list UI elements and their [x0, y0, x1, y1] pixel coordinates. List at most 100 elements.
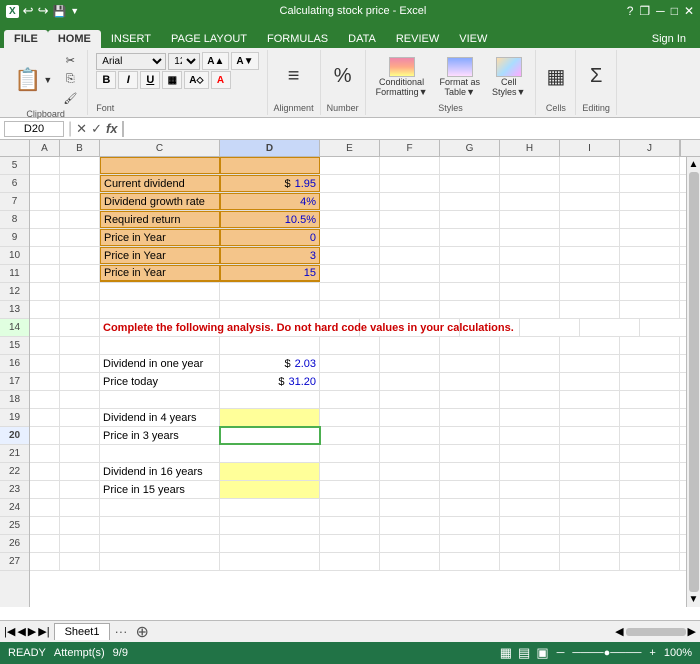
quick-access-save[interactable]: 💾 — [52, 5, 66, 18]
cell-g13[interactable] — [440, 301, 500, 318]
tab-scroll-end[interactable]: ▶| — [38, 625, 49, 638]
font-name-select[interactable]: Arial — [96, 53, 166, 70]
cell-b21[interactable] — [60, 445, 100, 462]
col-header-e[interactable]: E — [320, 140, 380, 156]
page-layout-view-icon[interactable]: ▤ — [518, 645, 530, 661]
cell-i12[interactable] — [560, 283, 620, 300]
sheet-tab-1[interactable]: Sheet1 — [54, 623, 111, 640]
cell-h7[interactable] — [500, 193, 560, 210]
sign-in[interactable]: Sign In — [642, 30, 696, 48]
col-header-d[interactable]: D — [220, 140, 320, 156]
cell-a24[interactable] — [30, 499, 60, 516]
cell-b23[interactable] — [60, 481, 100, 498]
cell-b5[interactable] — [60, 157, 100, 174]
h-scroll-thumb[interactable] — [626, 628, 686, 636]
conditional-formatting-button[interactable]: ConditionalFormatting▼ — [372, 55, 432, 99]
row-13[interactable]: 13 — [0, 301, 29, 319]
cell-g14[interactable] — [580, 319, 640, 336]
cell-d7[interactable]: 4% — [220, 193, 320, 210]
cell-e16[interactable] — [320, 355, 380, 372]
row-18[interactable]: 18 — [0, 391, 29, 409]
cut-button[interactable]: ✂ — [59, 52, 81, 69]
cell-b6[interactable] — [60, 175, 100, 192]
bold-button[interactable]: B — [96, 71, 116, 89]
cell-g25[interactable] — [440, 517, 500, 534]
cell-b13[interactable] — [60, 301, 100, 318]
cell-a26[interactable] — [30, 535, 60, 552]
cell-a20[interactable] — [30, 427, 60, 444]
cell-e10[interactable] — [320, 247, 380, 264]
cell-c17[interactable]: Price today — [100, 373, 220, 390]
cell-f21[interactable] — [380, 445, 440, 462]
row-21[interactable]: 21 — [0, 445, 29, 463]
cell-i8[interactable] — [560, 211, 620, 228]
cell-d18[interactable] — [220, 391, 320, 408]
cell-g11[interactable] — [440, 265, 500, 282]
cell-d23[interactable] — [220, 481, 320, 498]
cell-e25[interactable] — [320, 517, 380, 534]
fill-color-button[interactable]: A⬦ — [184, 71, 208, 89]
scroll-left-arrow[interactable]: ◀ — [615, 625, 623, 638]
row-8[interactable]: 8 — [0, 211, 29, 229]
cell-h9[interactable] — [500, 229, 560, 246]
col-header-f[interactable]: F — [380, 140, 440, 156]
cell-e6[interactable] — [320, 175, 380, 192]
cell-b19[interactable] — [60, 409, 100, 426]
cell-j22[interactable] — [620, 463, 680, 480]
cell-j19[interactable] — [620, 409, 680, 426]
increase-font-button[interactable]: A▲ — [202, 52, 229, 70]
cell-a15[interactable] — [30, 337, 60, 354]
cell-h11[interactable] — [500, 265, 560, 282]
cell-d19[interactable] — [220, 409, 320, 426]
close-button[interactable]: ✕ — [684, 4, 694, 18]
cell-e9[interactable] — [320, 229, 380, 246]
cell-c7[interactable]: Dividend growth rate — [100, 193, 220, 210]
cell-h17[interactable] — [500, 373, 560, 390]
cell-b14[interactable] — [60, 319, 100, 336]
cell-i26[interactable] — [560, 535, 620, 552]
cell-a8[interactable] — [30, 211, 60, 228]
tab-home[interactable]: HOME — [48, 30, 101, 48]
cell-j13[interactable] — [620, 301, 680, 318]
formula-input[interactable] — [128, 123, 696, 135]
cell-g21[interactable] — [440, 445, 500, 462]
cell-e27[interactable] — [320, 553, 380, 570]
insert-function-icon[interactable]: fx — [106, 121, 118, 136]
cell-f23[interactable] — [380, 481, 440, 498]
cell-e15[interactable] — [320, 337, 380, 354]
col-header-j[interactable]: J — [620, 140, 680, 156]
cell-g6[interactable] — [440, 175, 500, 192]
cell-j20[interactable] — [620, 427, 680, 444]
cell-g18[interactable] — [440, 391, 500, 408]
scroll-up-arrow[interactable]: ▲ — [689, 159, 699, 170]
row-10[interactable]: 10 — [0, 247, 29, 265]
row-11[interactable]: 11 — [0, 265, 29, 283]
alignment-button[interactable]: ≡ — [284, 63, 304, 90]
cell-f14[interactable] — [520, 319, 580, 336]
cell-b10[interactable] — [60, 247, 100, 264]
cell-i18[interactable] — [560, 391, 620, 408]
cell-h5[interactable] — [500, 157, 560, 174]
row-15[interactable]: 15 — [0, 337, 29, 355]
row-20[interactable]: 20 — [0, 427, 29, 445]
row-26[interactable]: 26 — [0, 535, 29, 553]
cell-d14[interactable] — [360, 319, 460, 336]
cell-e24[interactable] — [320, 499, 380, 516]
tab-review[interactable]: REVIEW — [386, 30, 449, 48]
cell-a13[interactable] — [30, 301, 60, 318]
cell-i16[interactable] — [560, 355, 620, 372]
cell-d25[interactable] — [220, 517, 320, 534]
tab-add[interactable]: ⊕ — [131, 622, 152, 642]
editing-button[interactable]: Σ — [586, 63, 606, 90]
cell-g7[interactable] — [440, 193, 500, 210]
cell-i20[interactable] — [560, 427, 620, 444]
cell-j18[interactable] — [620, 391, 680, 408]
cell-j25[interactable] — [620, 517, 680, 534]
cell-h26[interactable] — [500, 535, 560, 552]
cell-a16[interactable] — [30, 355, 60, 372]
cell-b11[interactable] — [60, 265, 100, 282]
cell-c9[interactable]: Price in Year — [100, 229, 220, 246]
underline-button[interactable]: U — [140, 71, 160, 89]
cell-d5[interactable] — [220, 157, 320, 174]
cell-f19[interactable] — [380, 409, 440, 426]
